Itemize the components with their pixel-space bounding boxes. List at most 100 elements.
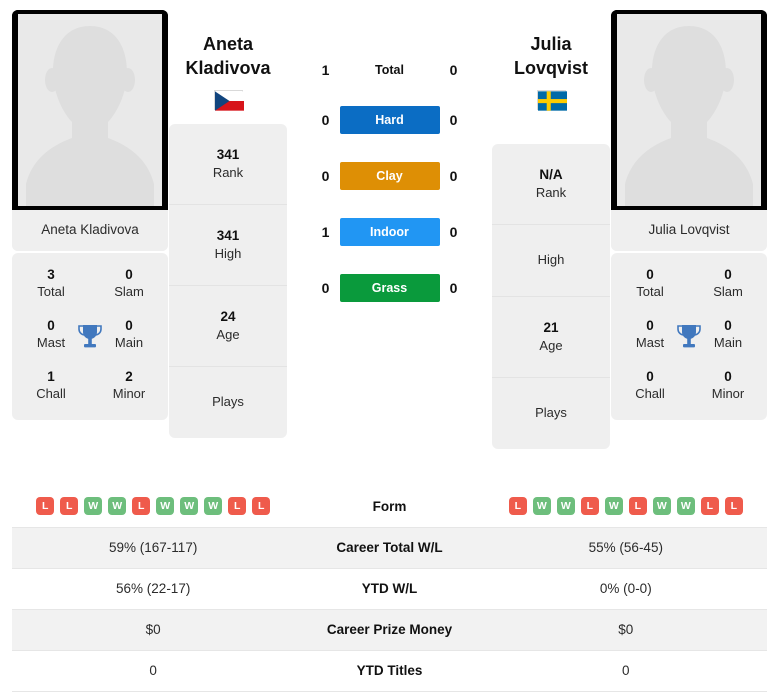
left-info-rank-label: Rank [212,165,244,180]
form-badge[interactable]: L [36,497,55,516]
left-info-age-label: Age [216,327,240,342]
player-comparison-page: Aneta Kladivova 3 Total 0 Slam 0 Mast 0 … [0,0,779,699]
trophy-icon [676,323,702,351]
right-career-prize-money: $0 [484,609,767,651]
right-career-total-wl: 55% (56-45) [484,527,767,569]
right-ytd-wl: 0% (0-0) [484,568,767,610]
right-titles-chall: 0 Chall [611,361,689,408]
h2h-indoor-left-score: 1 [321,224,330,240]
h2h-grass-badge[interactable]: Grass [339,274,440,302]
head-to-head-column: 1 Total 0 0 Hard 0 0 Clay 0 1 Indoor 0 0 [288,10,491,302]
left-titles-total-value: 3 [47,267,55,282]
h2h-row-total: 1 Total 0 [302,62,477,78]
form-badge[interactable]: L [252,497,271,516]
right-titles-chall-label: Chall [635,386,665,401]
left-form-cell: LLWWLWWWLL [12,486,295,528]
right-info-age-label: Age [539,338,563,353]
left-info-high-value: 341 [216,228,240,243]
left-career-prize-money: $0 [12,609,295,651]
right-info-age-value: 21 [543,320,559,335]
form-badge[interactable]: W [156,497,175,516]
right-player-photo-caption: Julia Lovqvist [611,210,767,251]
left-titles-chall: 1 Chall [12,361,90,408]
form-badge[interactable]: L [724,497,743,516]
h2h-hard-badge[interactable]: Hard [339,106,440,134]
left-career-total-wl: 59% (167-117) [12,527,295,569]
left-info-rank: 341 Rank [169,124,287,205]
left-titles-chall-label: Chall [36,386,66,401]
right-titles-slam: 0 Slam [689,259,767,306]
left-titles-minor-label: Minor [112,386,146,401]
left-player-first-name: Aneta [202,34,253,54]
form-badge[interactable]: W [676,497,695,516]
left-titles-chall-value: 1 [47,369,55,384]
sweden-flag-icon [536,90,567,111]
left-player-name-header: Aneta Kladivova [169,10,287,111]
form-badge[interactable]: L [60,497,79,516]
right-titles-total-value: 0 [646,267,654,282]
czech-republic-flag-icon [213,90,244,111]
row-label-ytd-wl: YTD W/L [294,568,485,610]
right-form-cell: LWWLWLWWLL [484,486,767,528]
form-badge[interactable]: L [580,497,599,516]
left-form-strip: LLWWLWWWLL [12,497,294,516]
form-badge[interactable]: L [628,497,647,516]
form-badge[interactable]: L [700,497,719,516]
trophy-icon [77,323,103,351]
left-info-age-value: 24 [220,309,236,324]
right-form-strip: LWWLWLWWLL [485,497,767,516]
form-badge[interactable]: W [84,497,103,516]
right-info-high: High [492,225,610,297]
table-row-ytd-titles: 0 YTD Titles 0 [12,650,767,692]
h2h-row-hard: 0 Hard 0 [302,106,477,134]
table-row-ytd-wl: 56% (22-17) YTD W/L 0% (0-0) [12,568,767,610]
form-badge[interactable]: L [228,497,247,516]
left-player-photo-card[interactable]: Aneta Kladivova [12,10,168,251]
row-label-career-prize-money: Career Prize Money [294,609,485,651]
h2h-grass-right-score: 0 [449,280,458,296]
left-info-high-label: High [214,246,242,261]
form-badge[interactable]: W [532,497,551,516]
right-player-photo-card[interactable]: Julia Lovqvist [611,10,767,251]
form-badge[interactable]: L [132,497,151,516]
h2h-clay-badge[interactable]: Clay [339,162,440,190]
right-player-name-header: Julia Lovqvist [492,10,610,111]
h2h-hard-right-score: 0 [449,112,458,128]
h2h-clay-left-score: 0 [321,168,330,184]
left-titles-total-label: Total [37,284,65,299]
left-player-titles-card: 3 Total 0 Slam 0 Mast 0 Main 1 Chall 2 M… [12,253,168,420]
h2h-total-label: Total [375,63,404,77]
left-ytd-wl: 56% (22-17) [12,568,295,610]
left-info-high: 341 High [169,205,287,286]
right-info-rank: N/A Rank [492,144,610,225]
right-player-info-card: N/A Rank High 21 Age Plays [492,144,610,449]
form-badge[interactable]: W [604,497,623,516]
right-ytd-titles: 0 [484,650,767,692]
form-badge[interactable]: W [204,497,223,516]
form-badge[interactable]: W [180,497,199,516]
left-player-column: Aneta Kladivova 3 Total 0 Slam 0 Mast 0 … [12,10,168,420]
table-row-form: LLWWLWWWLL Form LWWLWLWWLL [12,486,767,528]
right-player-info-column: Julia Lovqvist N/A Rank High 21 Age Play… [492,10,610,449]
form-badge[interactable]: W [652,497,671,516]
left-info-plays-label: Plays [212,394,244,409]
h2h-clay-right-score: 0 [449,168,458,184]
left-info-plays: Plays [169,367,287,438]
form-badge[interactable]: W [108,497,127,516]
h2h-indoor-badge[interactable]: Indoor [339,218,440,246]
right-titles-minor: 0 Minor [689,361,767,408]
left-titles-minor-value: 2 [125,369,133,384]
left-titles-total: 3 Total [12,259,90,306]
h2h-row-clay: 0 Clay 0 [302,162,477,190]
left-player-avatar [12,10,168,210]
left-titles-minor: 2 Minor [90,361,168,408]
form-badge[interactable]: L [508,497,527,516]
right-titles-total: 0 Total [611,259,689,306]
right-player-column: Julia Lovqvist 0 Total 0 Slam 0 Mast 0 M… [611,10,767,420]
right-titles-slam-value: 0 [724,267,732,282]
h2h-row-grass: 0 Grass 0 [302,274,477,302]
form-badge[interactable]: W [556,497,575,516]
h2h-hard-left-score: 0 [321,112,330,128]
h2h-grass-left-score: 0 [321,280,330,296]
right-info-age: 21 Age [492,297,610,378]
